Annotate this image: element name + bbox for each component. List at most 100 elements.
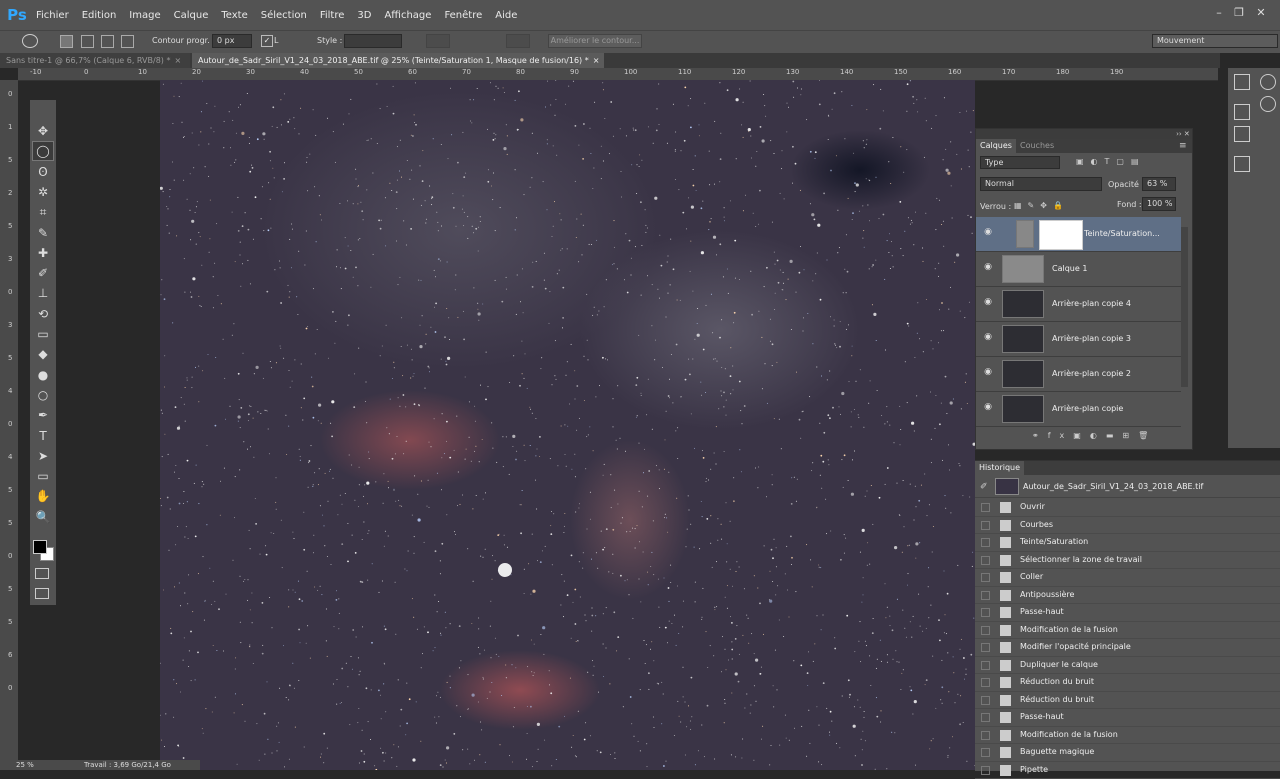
opacity-input[interactable]: 63 % xyxy=(1142,177,1176,191)
menu-calque[interactable]: Calque xyxy=(174,10,209,21)
zoom-icon[interactable]: 🔍 xyxy=(33,508,53,526)
antialias-checkbox[interactable]: ✓ xyxy=(261,35,273,47)
paragraph-panel-icon[interactable] xyxy=(1234,126,1250,142)
history-step[interactable]: Modification de la fusion xyxy=(975,727,1280,745)
pen-icon[interactable]: ✒ xyxy=(33,406,53,424)
history-source-checkbox[interactable] xyxy=(981,538,990,547)
layer-row[interactable]: ◉Teinte/Saturation... xyxy=(976,217,1181,252)
zoom-level[interactable]: 25 % xyxy=(16,761,34,769)
healing-brush-icon[interactable]: ✚ xyxy=(33,244,53,262)
menu-texte[interactable]: Texte xyxy=(221,10,247,21)
workspace-select[interactable]: Mouvement xyxy=(1152,34,1278,48)
layers-scrollbar[interactable] xyxy=(1181,227,1188,387)
history-step[interactable]: Coller xyxy=(975,569,1280,587)
refine-edge-button[interactable]: Améliorer le contour... xyxy=(548,34,642,48)
layer-row[interactable]: ◉Arrière-plan copie xyxy=(976,392,1181,427)
magic-wand-icon[interactable]: ✲ xyxy=(33,183,53,201)
paint-bucket-icon[interactable]: ◆ xyxy=(33,345,53,363)
history-source-checkbox[interactable] xyxy=(981,503,990,512)
tab-couches[interactable]: Couches xyxy=(1016,139,1058,153)
type-icon[interactable]: T xyxy=(33,427,53,445)
add-selection-icon[interactable] xyxy=(81,35,94,48)
history-source-checkbox[interactable] xyxy=(981,643,990,652)
history-step[interactable]: Sélectionner la zone de travail xyxy=(975,552,1280,570)
history-step[interactable]: Passe-haut xyxy=(975,604,1280,622)
fill-input[interactable]: 100 % xyxy=(1142,197,1176,211)
fx-icon[interactable]: fx xyxy=(1048,431,1074,440)
filter-icons[interactable]: ▣◐T▢▤ xyxy=(1076,157,1146,166)
history-step[interactable]: Modifier l'opacité principale xyxy=(975,639,1280,657)
tab-historique[interactable]: Historique xyxy=(975,461,1024,475)
visibility-eye-icon[interactable]: ◉ xyxy=(982,297,994,309)
new-layer-icon[interactable]: ⊞ xyxy=(1122,431,1138,440)
style-select[interactable] xyxy=(344,34,402,48)
crop-icon[interactable]: ⌗ xyxy=(33,203,53,221)
eraser-icon[interactable]: ▭ xyxy=(33,325,53,343)
adjustment-icon[interactable]: ◐ xyxy=(1090,431,1106,440)
history-source-checkbox[interactable] xyxy=(981,661,990,670)
history-step[interactable]: Ouvrir xyxy=(975,499,1280,517)
group-icon[interactable]: ▬ xyxy=(1106,431,1123,440)
history-step[interactable]: Courbes xyxy=(975,517,1280,535)
visibility-eye-icon[interactable]: ◉ xyxy=(982,367,994,379)
visibility-eye-icon[interactable]: ◉ xyxy=(982,227,994,239)
3d-panel-icon[interactable] xyxy=(1234,156,1250,172)
screen-mode-icon[interactable] xyxy=(35,588,49,599)
menu-fichier[interactable]: Fichier xyxy=(36,10,69,21)
properties-panel-icon[interactable] xyxy=(1234,104,1250,120)
history-source-checkbox[interactable] xyxy=(981,521,990,530)
height-field[interactable] xyxy=(506,34,530,48)
menu-selection[interactable]: Sélection xyxy=(261,10,307,21)
blend-mode-select[interactable]: Normal xyxy=(980,177,1102,191)
minimize-icon[interactable]: – xyxy=(1210,6,1228,20)
move-tool-icon[interactable]: ✥ xyxy=(33,122,53,140)
feather-input[interactable]: 0 px xyxy=(212,34,252,48)
elliptical-marquee-icon[interactable]: ◯ xyxy=(33,142,53,160)
history-step[interactable]: Baguette magique xyxy=(975,744,1280,762)
brush-icon[interactable]: ✐ xyxy=(33,264,53,282)
history-source-checkbox[interactable] xyxy=(981,748,990,757)
visibility-eye-icon[interactable]: ◉ xyxy=(982,332,994,344)
history-step[interactable]: Pipette xyxy=(975,762,1280,779)
history-step[interactable]: Dupliquer le calque xyxy=(975,657,1280,675)
visibility-eye-icon[interactable]: ◉ xyxy=(982,262,994,274)
history-step[interactable]: Passe-haut xyxy=(975,709,1280,727)
clone-stamp-icon[interactable]: ⊥ xyxy=(33,284,53,302)
elliptical-marquee-preset-icon[interactable] xyxy=(22,34,38,48)
history-source-checkbox[interactable] xyxy=(981,591,990,600)
menu-affichage[interactable]: Affichage xyxy=(384,10,431,21)
menu-3d[interactable]: 3D xyxy=(357,10,371,21)
layer-row[interactable]: ◉Calque 1 xyxy=(976,252,1181,287)
eyedropper-icon[interactable]: ✎ xyxy=(33,224,53,242)
color-panel-icon[interactable] xyxy=(1260,74,1276,90)
mask-icon[interactable]: ▣ xyxy=(1073,431,1090,440)
layer-row[interactable]: ◉Arrière-plan copie 4 xyxy=(976,287,1181,322)
history-step[interactable]: Modification de la fusion xyxy=(975,622,1280,640)
layer-row[interactable]: ◉Arrière-plan copie 3 xyxy=(976,322,1181,357)
blur-icon[interactable]: ● xyxy=(33,366,53,384)
lock-icons[interactable]: ▦✎✥🔒 xyxy=(1014,201,1069,210)
history-brush-icon[interactable]: ⟲ xyxy=(33,305,53,323)
close-tab-icon[interactable]: × xyxy=(593,56,600,65)
foreground-color-swatch[interactable] xyxy=(33,540,47,554)
history-snapshot[interactable]: ✐ Autour_de_Sadr_Siril_V1_24_03_2018_ABE… xyxy=(975,477,1280,498)
history-source-checkbox[interactable] xyxy=(981,678,990,687)
width-field[interactable] xyxy=(426,34,450,48)
close-window-icon[interactable]: ✕ xyxy=(1252,6,1270,20)
history-source-checkbox[interactable] xyxy=(981,608,990,617)
history-source-checkbox[interactable] xyxy=(981,696,990,705)
path-selection-icon[interactable]: ➤ xyxy=(33,447,53,465)
adjustments-panel-icon[interactable] xyxy=(1260,96,1276,112)
layers-panel-header[interactable]: ›› ✕ xyxy=(976,129,1192,139)
new-selection-icon[interactable] xyxy=(60,35,73,48)
trash-icon[interactable]: 🗑 xyxy=(1138,431,1157,440)
menu-aide[interactable]: Aide xyxy=(495,10,517,21)
menu-fenetre[interactable]: Fenêtre xyxy=(444,10,482,21)
tab-autour-de-sadr[interactable]: Autour_de_Sadr_Siril_V1_24_03_2018_ABE.t… xyxy=(192,53,604,68)
dodge-icon[interactable]: ○ xyxy=(33,386,53,404)
menu-filtre[interactable]: Filtre xyxy=(320,10,345,21)
close-tab-icon[interactable]: × xyxy=(174,56,181,65)
document-canvas[interactable] xyxy=(160,80,975,770)
menu-edition[interactable]: Edition xyxy=(82,10,117,21)
panel-menu-icon[interactable]: ≡ xyxy=(1179,141,1187,151)
